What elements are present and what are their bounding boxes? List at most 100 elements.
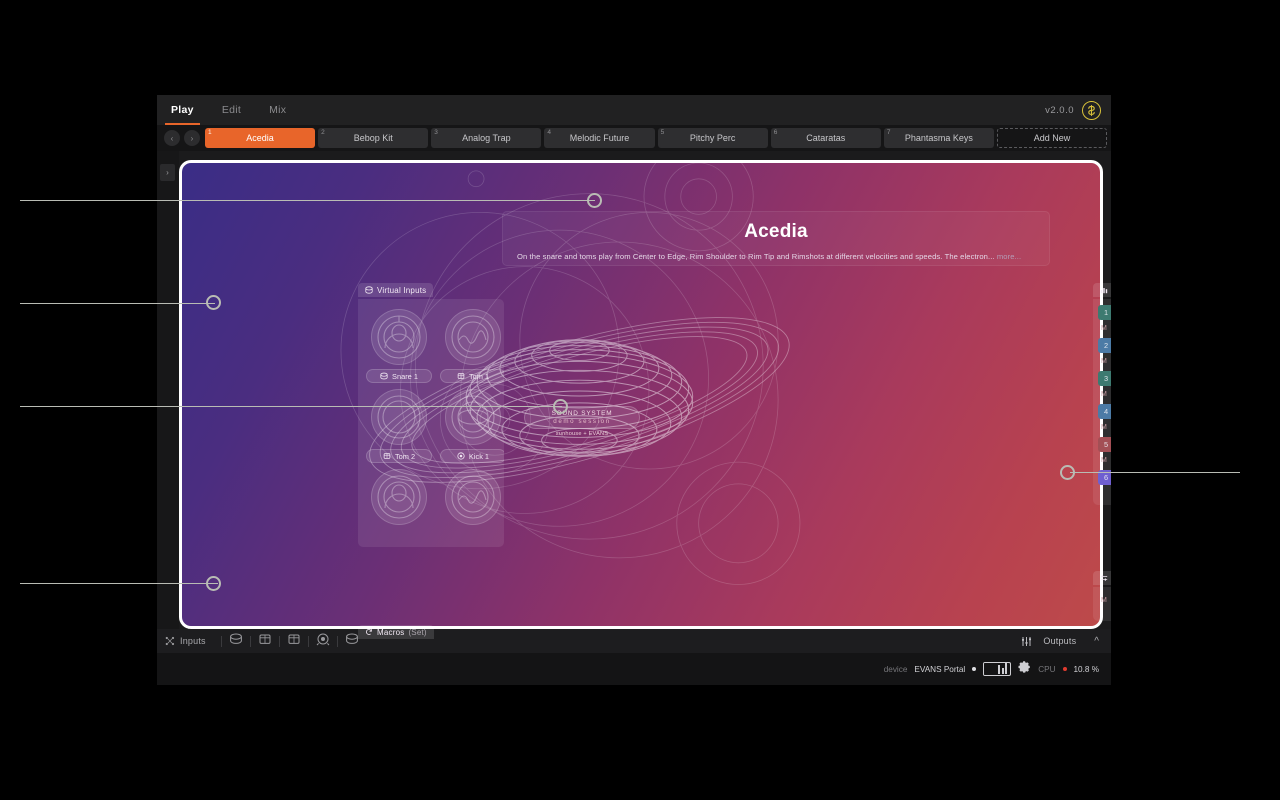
kick-pad-art	[451, 395, 495, 439]
kit-tab-6[interactable]: 6 Cataratas	[770, 128, 881, 148]
menu-tab-mix[interactable]: Mix	[255, 95, 300, 125]
pad-label-tom-2[interactable]: Tom 2	[366, 449, 432, 463]
plain-pad-art	[377, 395, 421, 439]
io-inputs-group: Inputs	[157, 632, 359, 651]
kit-tab-5[interactable]: 5 Pitchy Perc	[657, 128, 768, 148]
kit-label: Phantasma Keys	[904, 133, 973, 143]
io-tom-icon-2[interactable]	[287, 632, 301, 651]
pad-cell-snare-1: Snare 1	[366, 309, 432, 383]
io-tom-icon-1[interactable]	[258, 632, 272, 651]
virtual-inputs-title: Virtual Inputs	[377, 285, 427, 295]
layer-header-1[interactable]: 1 selesta melody	[1098, 305, 1111, 320]
kit-tab-4[interactable]: 4 Melodic Future	[544, 128, 655, 148]
pad-cell-6	[440, 469, 504, 525]
pad-label-kick-1[interactable]: Kick 1	[440, 449, 504, 463]
layer-mix-body: 1 selesta melody M ⏻	[1093, 299, 1111, 505]
layer-row-2: 2 synthDulcimer M ⏻	[1098, 338, 1111, 369]
cpu-status-dot	[1062, 667, 1067, 671]
pad-label-text: Tom 1	[468, 371, 490, 381]
menu-tab-edit[interactable]: Edit	[208, 95, 255, 125]
pad-tom-1[interactable]	[445, 309, 501, 365]
set-volume-tab[interactable]: Set Volume	[1093, 571, 1111, 585]
pad-6[interactable]	[445, 469, 501, 525]
set-volume-mute-button[interactable]: M	[1101, 597, 1109, 604]
pad-label-snare-1[interactable]: Snare 1	[366, 369, 432, 383]
screen: Play Edit Mix v2.0.0 ‹ › 1 Acedia 2 Bebo…	[0, 0, 1280, 800]
layer-header-2[interactable]: 2 synthDulcimer	[1098, 338, 1111, 353]
version-label: v2.0.0	[1045, 104, 1074, 116]
device-label: device	[883, 664, 908, 674]
pad-5[interactable]	[371, 469, 427, 525]
top-menu-bar: Play Edit Mix v2.0.0	[157, 95, 1111, 125]
menu-tab-play[interactable]: Play	[157, 95, 208, 125]
kit-description-more-link[interactable]: more...	[997, 252, 1021, 261]
kit-nav-buttons: ‹ ›	[157, 130, 205, 146]
pad-label-text: Snare 1	[392, 371, 418, 381]
layer-header-4[interactable]: 4 Acedia Hat	[1098, 404, 1111, 419]
kit-tab-7[interactable]: 7 Phantasma Keys	[883, 128, 994, 148]
layer-controls-4: M ⏻	[1098, 419, 1111, 435]
pad-grid: Snare 1 Tom 1 Tom 2 Kick 1	[366, 309, 504, 525]
add-new-kit-button[interactable]: Add New	[996, 128, 1107, 148]
layer-mute-button[interactable]: M	[1101, 457, 1109, 464]
layer-header-3[interactable]: 3 Snares Acedia	[1098, 371, 1111, 386]
layer-number: 1	[1104, 308, 1109, 317]
rail-expand-button[interactable]: ›	[160, 164, 175, 181]
badge-line-1: SOUND SYSTEM	[551, 410, 613, 417]
kit-label: Cataratas	[806, 133, 846, 143]
layer-mute-button[interactable]: M	[1101, 391, 1109, 398]
kit-prev-button[interactable]: ‹	[164, 130, 180, 146]
layer-number: 6	[1104, 473, 1109, 482]
sound-system-badge: SOUND SYSTEM demo session sunhouse + EVA…	[524, 406, 640, 437]
kit-tab-1[interactable]: 1 Acedia	[205, 128, 316, 148]
layer-mute-button[interactable]: M	[1101, 424, 1109, 431]
chevron-up-icon[interactable]: ^	[1090, 636, 1103, 647]
tom-icon	[383, 453, 391, 459]
io-snare-icon-2[interactable]	[345, 632, 359, 651]
callout-line-planet	[20, 406, 562, 407]
kit-number: 5	[660, 129, 665, 136]
kit-tab-2[interactable]: 2 Bebop Kit	[318, 128, 429, 148]
snare-icon	[380, 372, 388, 380]
pad-label-tom-1[interactable]: Tom 1	[440, 369, 504, 383]
page-title: Acedia	[744, 221, 808, 242]
kick-icon	[457, 452, 465, 460]
coin-s-icon[interactable]	[1082, 100, 1101, 120]
status-bar: device EVANS Portal CPU 10.8 %	[157, 653, 1111, 685]
kit-label: Pitchy Perc	[689, 133, 736, 143]
menu-tab-play-label: Play	[171, 104, 194, 116]
pad-tom-2[interactable]	[371, 389, 427, 445]
pad-kick-1[interactable]	[445, 389, 501, 445]
layer-row-4: 4 Acedia Hat M ⏻	[1098, 404, 1111, 435]
device-status-dot	[972, 667, 977, 671]
io-snare-icon-1[interactable]	[229, 632, 243, 651]
kit-number: 3	[434, 129, 438, 136]
pad-snare-1[interactable]	[371, 309, 427, 365]
kit-description: On the snare and toms play from Center t…	[517, 252, 1035, 261]
layer-mix-tab[interactable]: Layer Mix	[1093, 283, 1111, 297]
outputs-label: Outputs	[1043, 636, 1077, 646]
callout-line-macro	[20, 583, 218, 584]
layer-row-1: 1 selesta melody M ⏻	[1098, 305, 1111, 336]
kit-next-button[interactable]: ›	[184, 130, 200, 146]
macros-tab[interactable]: Macros (Set)	[358, 625, 434, 639]
io-kick-icon[interactable]	[316, 632, 330, 651]
gear-icon[interactable]	[1018, 660, 1031, 678]
device-value: EVANS Portal	[914, 664, 966, 674]
kit-number: 2	[321, 129, 325, 136]
layer-controls-5: M ⏻	[1098, 452, 1111, 468]
pad-cell-tom-2: Tom 2	[366, 389, 432, 463]
virtual-inputs-tab[interactable]: Virtual Inputs	[358, 283, 434, 297]
tom-icon	[457, 373, 465, 379]
layer-controls-2: M ⏻	[1098, 353, 1111, 369]
inputs-label: Inputs	[180, 636, 206, 646]
kit-tab-3[interactable]: 3 Analog Trap	[431, 128, 542, 148]
set-volume-panel: Set Volume M ⏻	[1093, 569, 1111, 621]
layer-mute-button[interactable]: M	[1101, 358, 1109, 365]
snare-pad-art	[377, 475, 421, 519]
kit-label: Analog Trap	[462, 133, 511, 143]
signal-meter-icon[interactable]	[983, 662, 1012, 676]
layer-header-5[interactable]: 5 Acedia Kick	[1098, 437, 1111, 452]
io-outputs-group: Outputs ^	[1021, 636, 1111, 647]
layer-mute-button[interactable]: M	[1101, 325, 1109, 332]
